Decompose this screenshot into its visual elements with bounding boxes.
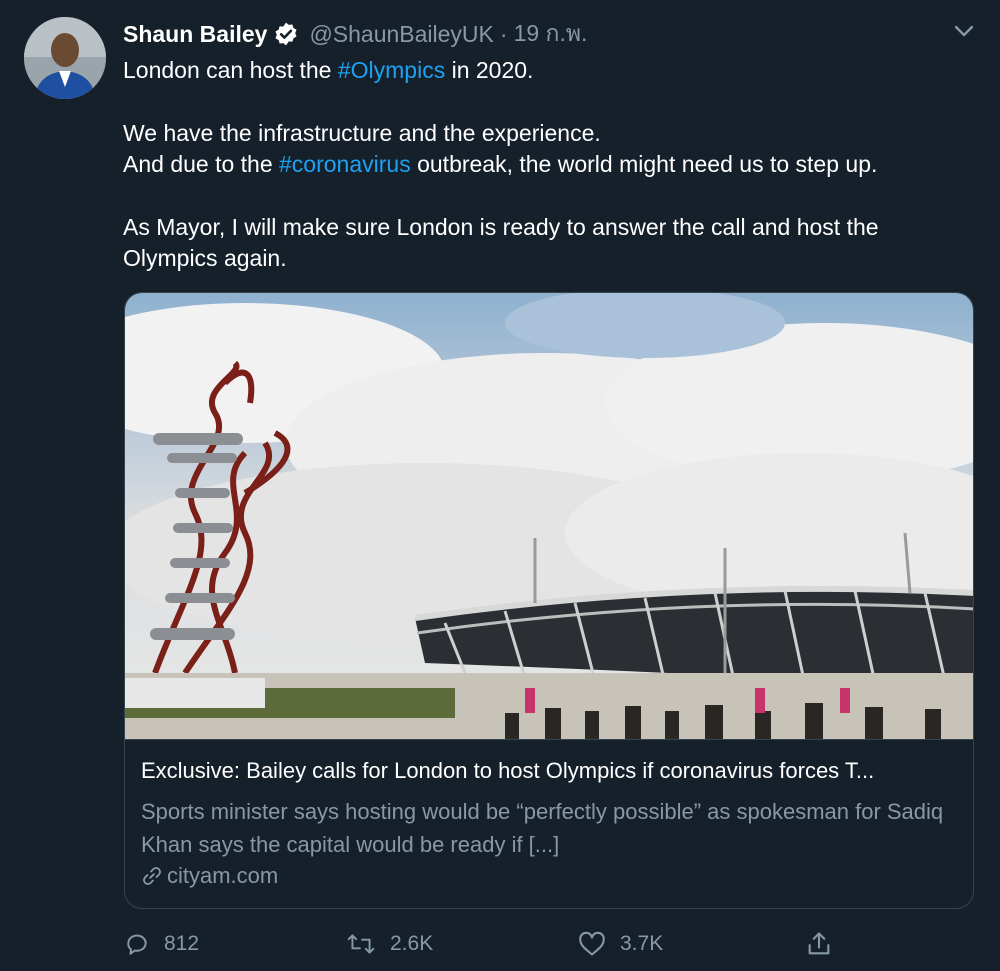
tweet-date[interactable]: 19 ก.พ. (514, 16, 588, 52)
share-icon (808, 932, 830, 955)
retweet-count: 2.6K (390, 932, 434, 955)
retweet-button[interactable]: 2.6K (346, 922, 433, 966)
card-image-olympic-park[interactable] (125, 293, 974, 739)
tweet-header: Shaun Bailey @ShaunBaileyUK · 19 ก.พ. (123, 18, 587, 50)
link-icon (143, 867, 161, 885)
tweet-text-segment: outbreak, the world might need us to ste… (410, 151, 878, 177)
tweet-text: London can host the #Olympics in 2020. W… (123, 55, 963, 274)
author-name[interactable]: Shaun Bailey (123, 21, 267, 48)
tweet-line-2: We have the infrastructure and the exper… (123, 120, 601, 146)
chevron-down-icon[interactable] (950, 20, 978, 42)
reply-button[interactable]: 812 (124, 922, 199, 966)
retweet-icon (347, 934, 375, 954)
author-handle[interactable]: @ShaunBaileyUK (309, 21, 493, 48)
tweet-line-3: And due to the #coronavirus outbreak, th… (123, 149, 963, 180)
card-body[interactable]: Exclusive: Bailey calls for London to ho… (125, 739, 973, 908)
tweet-actions: 812 2.6K 3.7K (0, 922, 1000, 966)
reply-icon (127, 934, 147, 955)
card-domain-text: cityam.com (167, 863, 279, 888)
like-button[interactable]: 3.7K (578, 922, 663, 966)
tweet-text-segment: in 2020. (445, 57, 534, 83)
tweet-text-segment: And due to the (123, 151, 280, 177)
card-domain[interactable]: cityam.com (141, 863, 278, 889)
heart-icon (579, 931, 605, 956)
tweet-text-segment: London can host the (123, 57, 338, 83)
share-button[interactable] (805, 922, 847, 966)
verified-badge-icon (275, 22, 297, 46)
hashtag-olympics[interactable]: #Olympics (338, 57, 445, 83)
like-count: 3.7K (620, 932, 664, 955)
tweet-line-1: London can host the #Olympics in 2020. (123, 55, 963, 86)
tweet-line-4: As Mayor, I will make sure London is rea… (123, 214, 879, 271)
reply-count: 812 (164, 932, 200, 955)
separator-dot: · (499, 20, 508, 47)
card-description: Sports minister says hosting would be “p… (141, 799, 944, 857)
avatar-photo (24, 17, 106, 99)
avatar[interactable] (24, 17, 106, 99)
tweet: Shaun Bailey @ShaunBaileyUK · 19 ก.พ. Lo… (0, 0, 1000, 971)
card-title[interactable]: Exclusive: Bailey calls for London to ho… (141, 758, 961, 784)
hashtag-coronavirus[interactable]: #coronavirus (279, 151, 411, 177)
link-preview-card[interactable]: Exclusive: Bailey calls for London to ho… (124, 292, 974, 909)
